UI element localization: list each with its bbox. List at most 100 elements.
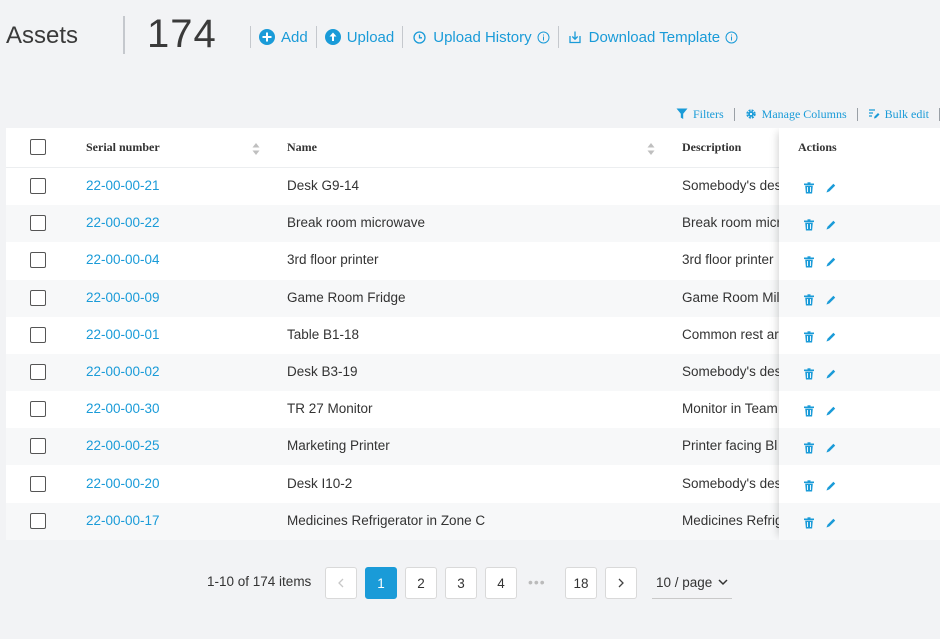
select-all-checkbox[interactable]	[30, 139, 46, 155]
page-button-3[interactable]: 3	[445, 567, 477, 599]
column-header-actions: Actions	[798, 140, 837, 154]
asset-description: Somebody's desk	[682, 364, 780, 379]
sort-icon[interactable]	[647, 142, 655, 156]
serial-number-link[interactable]: 22-00-00-02	[86, 364, 160, 379]
pencil-icon[interactable]	[825, 404, 837, 416]
download-icon	[567, 29, 583, 45]
page-button-last[interactable]: 18	[565, 567, 597, 599]
asset-name: Game Room Fridge	[287, 289, 406, 305]
row-checkbox[interactable]	[30, 512, 46, 529]
row-checkbox[interactable]	[30, 401, 46, 418]
divider	[402, 26, 404, 48]
manage-columns-label: Manage Columns	[761, 106, 847, 121]
column-header-description[interactable]: Description	[682, 140, 741, 155]
page-button-1[interactable]: 1	[365, 567, 397, 599]
asset-name: Break room microwave	[287, 215, 426, 231]
asset-description: Common rest area	[682, 326, 780, 342]
serial-number-link[interactable]: 22-00-00-25	[86, 438, 160, 453]
filter-icon	[676, 108, 688, 119]
trash-icon[interactable]	[803, 516, 815, 529]
pencil-icon[interactable]	[825, 218, 837, 230]
trash-icon[interactable]	[803, 293, 815, 306]
trash-icon[interactable]	[803, 404, 815, 417]
pencil-icon[interactable]	[825, 479, 837, 491]
upload-label: Upload	[346, 28, 395, 46]
pencil-icon[interactable]	[825, 293, 837, 305]
serial-number-link[interactable]: 22-00-00-04	[86, 252, 160, 267]
add-button[interactable]: Add	[259, 29, 308, 46]
pencil-icon[interactable]	[825, 516, 837, 528]
row-checkbox[interactable]	[30, 252, 46, 269]
asset-description: Medicines Refrigerator	[682, 512, 780, 528]
asset-name: TR 27 Monitor	[287, 401, 373, 417]
asset-name: 3rd floor printer	[287, 252, 379, 268]
page-ellipsis[interactable]: •••	[528, 574, 546, 590]
asset-name: Desk G9-14	[287, 178, 360, 193]
actions-cell	[779, 317, 940, 354]
row-checkbox[interactable]	[30, 475, 46, 492]
sort-icon[interactable]	[252, 142, 260, 156]
trash-icon[interactable]	[803, 441, 815, 454]
actions-cell	[779, 242, 940, 279]
row-checkbox[interactable]	[30, 289, 46, 306]
trash-icon[interactable]	[803, 479, 815, 492]
upload-history-button[interactable]: Upload History	[411, 29, 550, 46]
page-size-select[interactable]: 10 / page	[652, 567, 732, 599]
chevron-down-icon	[718, 579, 728, 586]
divider	[250, 26, 251, 48]
row-checkbox[interactable]	[30, 364, 46, 380]
serial-number-link[interactable]: 22-00-00-17	[86, 513, 160, 528]
trash-icon[interactable]	[803, 181, 815, 194]
info-icon[interactable]	[537, 31, 550, 44]
filters-label: Filters	[692, 106, 724, 121]
divider	[557, 26, 559, 48]
pagination-total: 1-10 of 174 items	[207, 574, 312, 589]
prev-page-button[interactable]	[325, 567, 357, 599]
row-checkbox[interactable]	[30, 438, 46, 455]
bulk-edit-button[interactable]: Bulk edit	[868, 107, 929, 122]
actions-cell	[779, 279, 940, 317]
trash-icon[interactable]	[803, 218, 815, 231]
row-checkbox[interactable]	[30, 326, 46, 343]
asset-description: Somebody's desk	[682, 475, 780, 491]
page-header: Assets 174 Add Upload Upload History Dow…	[0, 0, 940, 70]
serial-number-link[interactable]: 22-00-00-01	[86, 327, 160, 342]
header-actions: Add Upload Upload History Download Templ…	[242, 24, 738, 50]
asset-description: 3rd floor printer	[682, 252, 774, 268]
download-template-button[interactable]: Download Template	[567, 29, 738, 46]
row-checkbox[interactable]	[30, 178, 46, 194]
column-header-serial[interactable]: Serial number	[86, 140, 160, 155]
trash-icon[interactable]	[803, 255, 815, 268]
info-icon[interactable]	[725, 31, 738, 44]
pencil-icon[interactable]	[825, 330, 837, 342]
trash-icon[interactable]	[803, 330, 815, 343]
filters-button[interactable]: Filters	[676, 107, 724, 122]
asset-description: Break room microwave	[682, 215, 780, 231]
page-button-2[interactable]: 2	[405, 567, 437, 599]
serial-number-link[interactable]: 22-00-00-21	[86, 178, 160, 193]
next-page-button[interactable]	[605, 567, 637, 599]
chevron-right-icon	[618, 578, 624, 588]
upload-button[interactable]: Upload	[324, 28, 395, 46]
serial-number-link[interactable]: 22-00-00-20	[86, 476, 160, 491]
trash-icon[interactable]	[803, 367, 815, 380]
asset-name: Marketing Printer	[287, 438, 390, 454]
pencil-icon[interactable]	[825, 181, 837, 193]
upload-circle-icon	[324, 29, 341, 45]
asset-name: Desk B3-19	[287, 364, 358, 379]
serial-number-link[interactable]: 22-00-00-09	[86, 290, 160, 305]
row-checkbox[interactable]	[30, 215, 46, 232]
page-button-4[interactable]: 4	[485, 567, 517, 599]
manage-columns-button[interactable]: Manage Columns	[745, 107, 847, 122]
divider	[733, 107, 735, 121]
assets-table: Serial number Name Description 22-00-00-…	[6, 128, 940, 540]
pencil-icon[interactable]	[825, 255, 837, 267]
serial-number-link[interactable]: 22-00-00-30	[86, 401, 160, 416]
serial-number-link[interactable]: 22-00-00-22	[86, 215, 160, 230]
pencil-icon[interactable]	[825, 367, 837, 379]
column-header-name[interactable]: Name	[287, 140, 317, 155]
pencil-icon[interactable]	[825, 441, 837, 453]
plus-circle-icon	[259, 29, 275, 45]
asset-description: Printer facing Bl	[682, 438, 778, 454]
page-size-value: 10 / page	[656, 575, 713, 590]
